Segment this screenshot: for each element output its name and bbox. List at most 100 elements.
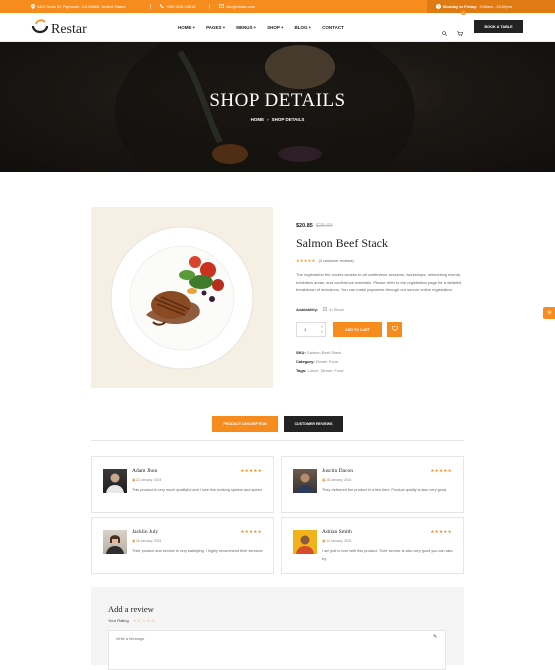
review-stars: ★★★★★ bbox=[430, 468, 452, 473]
email-text: info@restar.com bbox=[226, 4, 256, 9]
tab-product-description[interactable]: PRODUCT DESCRIPTION bbox=[212, 416, 278, 432]
hours-label: Monday to Friday: bbox=[443, 4, 478, 9]
plus-icon: + bbox=[222, 25, 226, 30]
review-card: Adam Jhon ▣ 22 January, 2024 This produc… bbox=[91, 456, 274, 513]
nav-home[interactable]: HOME + bbox=[178, 25, 195, 30]
email-icon bbox=[219, 4, 224, 9]
review-date: ▣ 24 January, 2024 bbox=[322, 539, 352, 543]
book-a-table-button[interactable]: BOOK A TABLE bbox=[474, 20, 523, 33]
clock-icon bbox=[436, 3, 441, 10]
phone-text: +987-629-18615 bbox=[166, 4, 196, 9]
review-stars: ★★★★★ bbox=[240, 468, 262, 473]
review-text: This product is very much qualityful and… bbox=[132, 488, 263, 492]
quantity-down-icon[interactable]: ˅ bbox=[321, 330, 323, 335]
review-form-title: Add a review bbox=[108, 604, 154, 614]
plus-icon: + bbox=[280, 25, 284, 30]
calendar-icon: ▣ bbox=[322, 478, 326, 482]
review-text: Their product and service is very satisf… bbox=[132, 549, 264, 553]
product-name: Salmon Beef Stack bbox=[296, 236, 388, 250]
review-stars: ★★★★★ bbox=[240, 529, 262, 534]
review-stars: ★★★★★ bbox=[430, 529, 452, 534]
product-category: Category: Dinner Food bbox=[296, 359, 338, 364]
tags-links[interactable]: Lunch, Dinner, Food bbox=[308, 368, 344, 373]
plus-icon: + bbox=[192, 25, 196, 30]
address-text: 9402 Main St, Plymouth, CA 95669, United… bbox=[37, 4, 126, 9]
review-date: ▣ 22 January, 2024 bbox=[132, 478, 162, 482]
review-text: They delivered the product in a few time… bbox=[322, 488, 448, 492]
message-input[interactable] bbox=[108, 630, 446, 670]
product-dish-illustration bbox=[110, 226, 254, 370]
cart-count-badge: 0 bbox=[461, 10, 466, 15]
hours-value: 9:00am - 22:00pm bbox=[479, 4, 512, 9]
opening-hours: Monday to Friday: 9:00am - 22:00pm bbox=[427, 0, 555, 13]
product-price: $20.85 $25.99 bbox=[296, 223, 333, 229]
main-nav: HOME + PAGES + MENUS + SHOP + BLOG + CONTACT bbox=[178, 25, 344, 30]
phone-item[interactable]: +987-629-18615 bbox=[160, 0, 195, 13]
breadcrumb: HOME › SHOP DETAILS bbox=[0, 117, 555, 122]
reviewer-name: Jusctin Dacon bbox=[322, 468, 354, 474]
your-rating: Your Rating ☆☆☆☆☆ bbox=[108, 618, 156, 623]
review-date: ▣ 28 January, 2024 bbox=[322, 478, 352, 482]
plus-icon: + bbox=[253, 25, 257, 30]
heart-icon bbox=[391, 325, 398, 333]
header-icons bbox=[442, 23, 464, 41]
product-description: The registration fee covers access to al… bbox=[296, 272, 462, 292]
location-pin-icon bbox=[31, 3, 35, 10]
rating-stars-input[interactable]: ☆☆☆☆☆ bbox=[133, 618, 156, 623]
nav-shop[interactable]: SHOP + bbox=[267, 25, 283, 30]
phone-icon bbox=[160, 4, 164, 9]
review-count-link[interactable]: (4 customer reviews) bbox=[319, 259, 354, 263]
availability-value: In Stock bbox=[329, 307, 344, 312]
add-to-cart-button[interactable]: ADD TO CART bbox=[333, 322, 382, 337]
category-link[interactable]: Dinner Food bbox=[316, 359, 338, 364]
nav-menus[interactable]: MENUS + bbox=[236, 25, 256, 30]
reviewer-name: Adam Jhon bbox=[132, 468, 158, 474]
availability-label: Availability: bbox=[296, 307, 319, 312]
gear-icon bbox=[546, 309, 552, 317]
page-title: SHOP DETAILS bbox=[209, 90, 346, 111]
tab-customer-reviews[interactable]: CUSTOMER REVIEWS bbox=[284, 416, 343, 432]
nav-pages[interactable]: PAGES + bbox=[206, 25, 225, 30]
wishlist-button[interactable] bbox=[387, 322, 402, 337]
rating-label: Your Rating bbox=[108, 618, 129, 623]
pencil-icon: ✎ bbox=[433, 634, 438, 640]
side-settings-tab[interactable] bbox=[543, 307, 555, 319]
star-rating-icons: ★★★★★ bbox=[296, 259, 316, 263]
quantity-value[interactable]: 1 bbox=[304, 327, 306, 332]
product-tags: Tags: Lunch, Dinner, Food bbox=[296, 368, 344, 373]
avatar bbox=[293, 530, 317, 554]
old-price: $25.99 bbox=[315, 223, 333, 229]
breadcrumb-separator: › bbox=[267, 117, 269, 122]
breadcrumb-current: SHOP DETAILS bbox=[271, 117, 305, 122]
reviewer-name: Adrian Smith bbox=[322, 529, 352, 535]
search-icon[interactable] bbox=[442, 23, 447, 41]
avatar bbox=[103, 530, 127, 554]
logo-text: Restar bbox=[51, 21, 87, 37]
calendar-icon: ▣ bbox=[132, 478, 136, 482]
calendar-icon: ▣ bbox=[322, 539, 326, 543]
tabs-divider bbox=[91, 440, 464, 441]
cart-icon[interactable] bbox=[457, 23, 464, 41]
avatar bbox=[293, 469, 317, 493]
review-form: Add a review Your Rating ☆☆☆☆☆ ✎ bbox=[91, 587, 464, 670]
product-image bbox=[91, 207, 273, 388]
review-text: I am just in love with this product. The… bbox=[322, 549, 453, 561]
current-price: $20.85 bbox=[296, 223, 313, 229]
nav-blog[interactable]: BLOG + bbox=[295, 25, 312, 30]
address-item: 9402 Main St, Plymouth, CA 95669, United… bbox=[31, 0, 126, 13]
logo[interactable]: Restar bbox=[31, 19, 87, 40]
breadcrumb-home[interactable]: HOME bbox=[251, 117, 265, 122]
main-header: Restar HOME + PAGES + MENUS + SHOP + BLOG + C… bbox=[0, 10, 555, 42]
calendar-icon: ▣ bbox=[132, 539, 136, 543]
avatar bbox=[103, 469, 127, 493]
nav-contact[interactable]: CONTACT bbox=[322, 25, 344, 30]
product-sku: SKU: Salmon-Beef-Stack bbox=[296, 350, 342, 355]
reviewer-name: Jacklin July bbox=[132, 529, 159, 535]
availability: Availability: In Stock bbox=[296, 307, 344, 312]
quantity-stepper[interactable]: 1 ˄ ˅ bbox=[296, 322, 326, 337]
check-icon bbox=[323, 307, 328, 312]
email-item[interactable]: info@restar.com bbox=[219, 0, 255, 13]
review-date: ▣ 26 January, 2024 bbox=[132, 539, 162, 543]
top-bar: 9402 Main St, Plymouth, CA 95669, United… bbox=[0, 0, 555, 13]
review-card: Adrian Smith ▣ 24 January, 2024 I am jus… bbox=[281, 517, 464, 574]
